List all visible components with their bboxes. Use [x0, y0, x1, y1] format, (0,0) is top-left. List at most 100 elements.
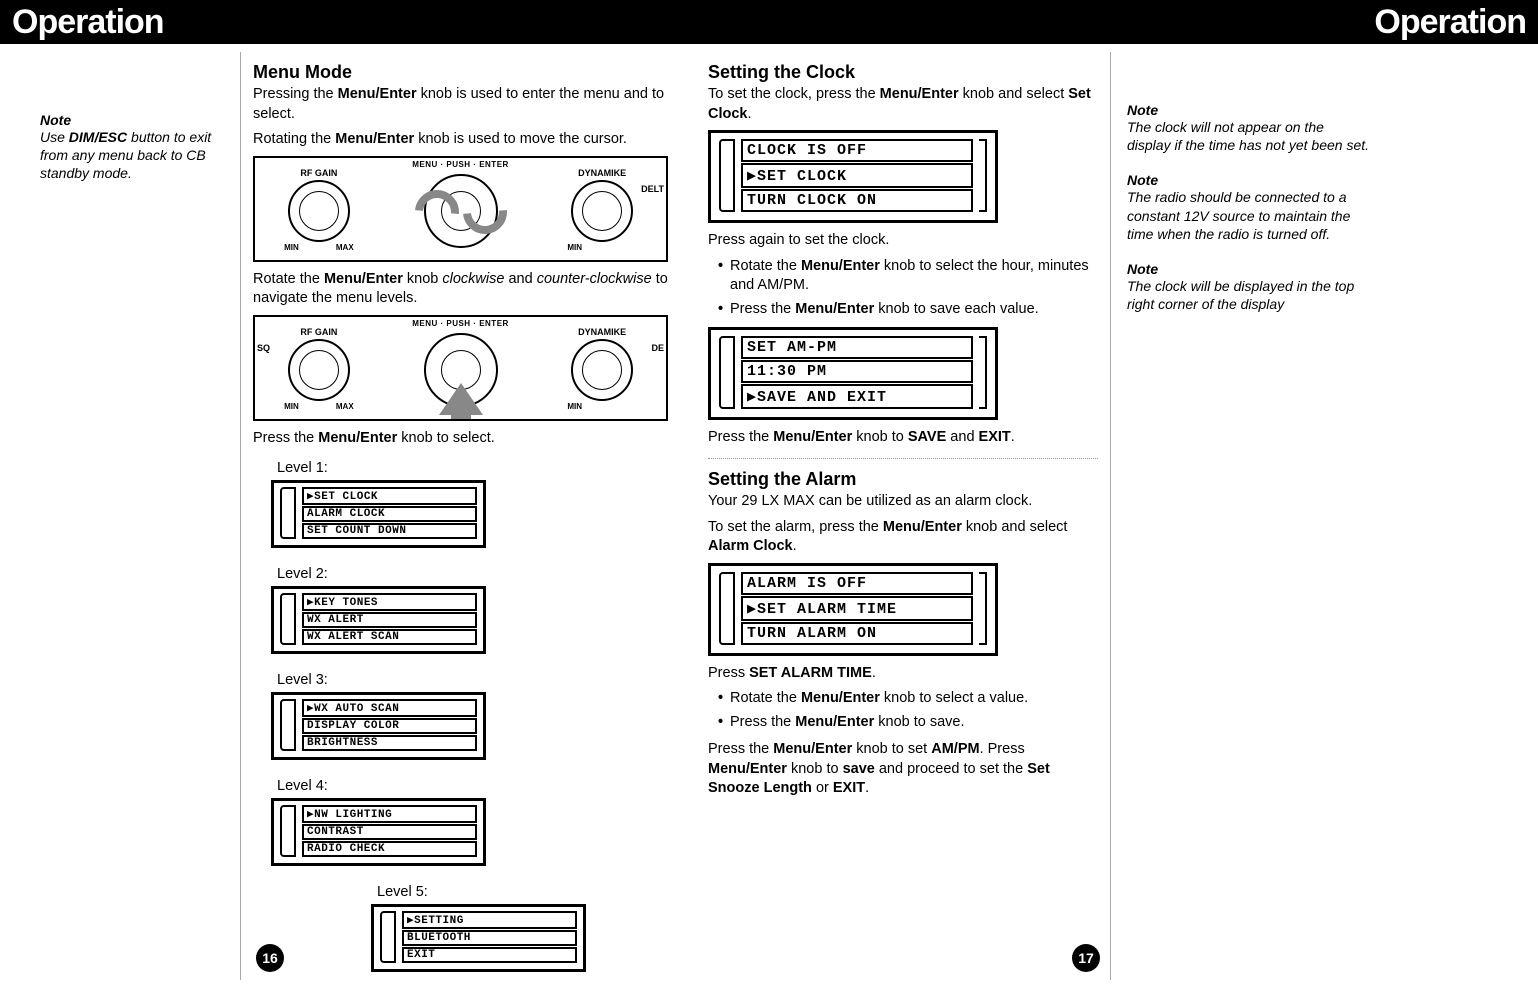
level-label: Level 1:: [277, 460, 471, 476]
panel-menu-push-enter-icon: MENU · PUSH · ENTER: [412, 160, 509, 169]
radio-panel-press: MENU · PUSH · ENTER RF GAIN MINMAX DYNAM…: [253, 315, 668, 421]
menu-mode-p3: Rotate the Menu/Enter knob clockwise and…: [253, 270, 668, 309]
note-text: The radio should be connected to a const…: [1127, 188, 1370, 243]
section-divider-icon: [708, 458, 1098, 459]
list-item: Rotate the Menu/Enter knob to select the…: [708, 257, 1098, 296]
lcd-level-1: ▶SET CLOCK ALARM CLOCK SET COUNT DOWN: [271, 480, 486, 548]
lcd-side-icon: [719, 336, 735, 409]
note-text: Use DIM/ESC button to exit from any menu…: [40, 128, 224, 183]
lcd-side-icon: [380, 911, 396, 963]
knob-rfgain: RF GAIN MINMAX: [288, 339, 350, 401]
radio-panel-rotate: MENU · PUSH · ENTER RF GAIN MINMAX DYNAM…: [253, 156, 668, 262]
lcd-line: SET COUNT DOWN: [302, 523, 477, 539]
page-number-left: 16: [256, 944, 284, 972]
label-delta: DELT: [641, 184, 664, 194]
heading-setting-clock: Setting the Clock: [708, 62, 1098, 83]
lcd-line: RADIO CHECK: [302, 841, 477, 857]
menu-mode-p2: Rotating the Menu/Enter knob is used to …: [253, 130, 668, 150]
knob-dynamike: DYNAMIKE MIN: [571, 339, 633, 401]
level-label: Level 4:: [277, 778, 471, 794]
lcd-line: 11:30 PM: [741, 360, 973, 383]
page-number-right-wrap: 17: [1072, 944, 1100, 972]
knob-dynamike: DYNAMIKE MIN: [571, 180, 633, 242]
level-3-block: Level 3: ▶WX AUTO SCAN DISPLAY COLOR BRI…: [271, 666, 471, 768]
lcd-side-icon: [280, 805, 296, 857]
clock-steps-list: Rotate the Menu/Enter knob to select the…: [708, 257, 1098, 320]
lcd-line: DISPLAY COLOR: [302, 718, 477, 734]
menu-mode-p4: Press the Menu/Enter knob to select.: [253, 429, 668, 449]
lcd-line: ▶KEY TONES: [302, 593, 477, 611]
alarm-p2: To set the alarm, press the Menu/Enter k…: [708, 518, 1098, 557]
rotate-arrows-icon: [421, 190, 501, 230]
lcd-line: ALARM CLOCK: [302, 506, 477, 522]
lcd-side-icon: [979, 572, 987, 645]
clock-p3: Press the Menu/Enter knob to SAVE and EX…: [708, 428, 1098, 448]
alarm-p3: Press SET ALARM TIME.: [708, 664, 1098, 684]
note-text: The clock will be displayed in the top r…: [1127, 277, 1370, 313]
lcd-line: BRIGHTNESS: [302, 735, 477, 751]
list-item: Rotate the Menu/Enter knob to select a v…: [708, 689, 1098, 709]
lcd-line: SET AM-PM: [741, 336, 973, 359]
lcd-set-clock: CLOCK IS OFF ▶SET CLOCK TURN CLOCK ON: [708, 130, 998, 223]
heading-setting-alarm: Setting the Alarm: [708, 469, 1098, 490]
lcd-line: ▶SETTING: [402, 911, 577, 929]
header-left: Operation: [12, 3, 164, 42]
lcd-line: ▶WX AUTO SCAN: [302, 699, 477, 717]
knob-rfgain: RF GAIN MINMAX: [288, 180, 350, 242]
lcd-side-icon: [979, 139, 987, 212]
page-number-left-wrap: 16: [256, 944, 284, 972]
lcd-line: ▶NW LIGHTING: [302, 805, 477, 823]
lcd-side-icon: [280, 593, 296, 645]
lcd-line: TURN CLOCK ON: [741, 189, 973, 212]
clock-p1: To set the clock, press the Menu/Enter k…: [708, 85, 1098, 124]
page-body: Note Use DIM/ESC button to exit from any…: [0, 44, 1538, 980]
panel-menu-push-enter-icon: MENU · PUSH · ENTER: [412, 319, 509, 328]
lcd-line: WX ALERT SCAN: [302, 629, 477, 645]
column-clock-alarm: Setting the Clock To set the clock, pres…: [680, 52, 1110, 980]
alarm-steps-list: Rotate the Menu/Enter knob to select a v…: [708, 689, 1098, 732]
level-1-block: Level 1: ▶SET CLOCK ALARM CLOCK SET COUN…: [271, 454, 471, 556]
page-number-right: 17: [1072, 944, 1100, 972]
note-text: The clock will not appear on the display…: [1127, 118, 1370, 154]
list-item: Press the Menu/Enter knob to save.: [708, 713, 1098, 733]
sidebar-left: Note Use DIM/ESC button to exit from any…: [40, 52, 240, 980]
note-title: Note: [40, 112, 224, 128]
lcd-side-icon: [719, 139, 735, 212]
sidebar-right: Note The clock will not appear on the di…: [1110, 52, 1370, 980]
lcd-line: ▶SET ALARM TIME: [741, 596, 973, 621]
note-title: Note: [1127, 261, 1370, 277]
level-label: Level 2:: [277, 566, 471, 582]
menu-mode-p1: Pressing the Menu/Enter knob is used to …: [253, 85, 668, 124]
note-clock-corner: Note The clock will be displayed in the …: [1127, 261, 1370, 313]
column-menu-mode: Menu Mode Pressing the Menu/Enter knob i…: [240, 52, 680, 980]
level-5-block: Level 5: ▶SETTING BLUETOOTH EXIT: [371, 878, 571, 980]
lcd-save-clock: SET AM-PM 11:30 PM ▶SAVE AND EXIT: [708, 327, 998, 420]
lcd-line: ALARM IS OFF: [741, 572, 973, 595]
lcd-line: WX ALERT: [302, 612, 477, 628]
lcd-level-5: ▶SETTING BLUETOOTH EXIT: [371, 904, 586, 972]
list-item: Press the Menu/Enter knob to save each v…: [708, 300, 1098, 320]
alarm-p4: Press the Menu/Enter knob to set AM/PM. …: [708, 740, 1098, 799]
lcd-level-4: ▶NW LIGHTING CONTRAST RADIO CHECK: [271, 798, 486, 866]
press-arrow-icon: [439, 383, 483, 415]
lcd-level-3: ▶WX AUTO SCAN DISPLAY COLOR BRIGHTNESS: [271, 692, 486, 760]
alarm-p1: Your 29 LX MAX can be utilized as an ala…: [708, 492, 1098, 512]
level-2-block: Level 2: ▶KEY TONES WX ALERT WX ALERT SC…: [271, 560, 471, 662]
note-dim-esc: Note Use DIM/ESC button to exit from any…: [40, 112, 224, 183]
lcd-side-icon: [979, 336, 987, 409]
note-clock-display: Note The clock will not appear on the di…: [1127, 102, 1370, 154]
note-title: Note: [1127, 102, 1370, 118]
lcd-line: TURN ALARM ON: [741, 622, 973, 645]
lcd-line: CONTRAST: [302, 824, 477, 840]
clock-p2: Press again to set the clock.: [708, 231, 1098, 251]
note-title: Note: [1127, 172, 1370, 188]
header-right: Operation: [1374, 3, 1526, 42]
heading-menu-mode: Menu Mode: [253, 62, 668, 83]
level-label: Level 3:: [277, 672, 471, 688]
lcd-line: ▶SET CLOCK: [741, 163, 973, 188]
lcd-level-2: ▶KEY TONES WX ALERT WX ALERT SCAN: [271, 586, 486, 654]
menu-levels-grid: Level 1: ▶SET CLOCK ALARM CLOCK SET COUN…: [253, 454, 668, 980]
label-sq: SQ: [257, 343, 270, 353]
lcd-set-alarm: ALARM IS OFF ▶SET ALARM TIME TURN ALARM …: [708, 563, 998, 656]
lcd-line: CLOCK IS OFF: [741, 139, 973, 162]
